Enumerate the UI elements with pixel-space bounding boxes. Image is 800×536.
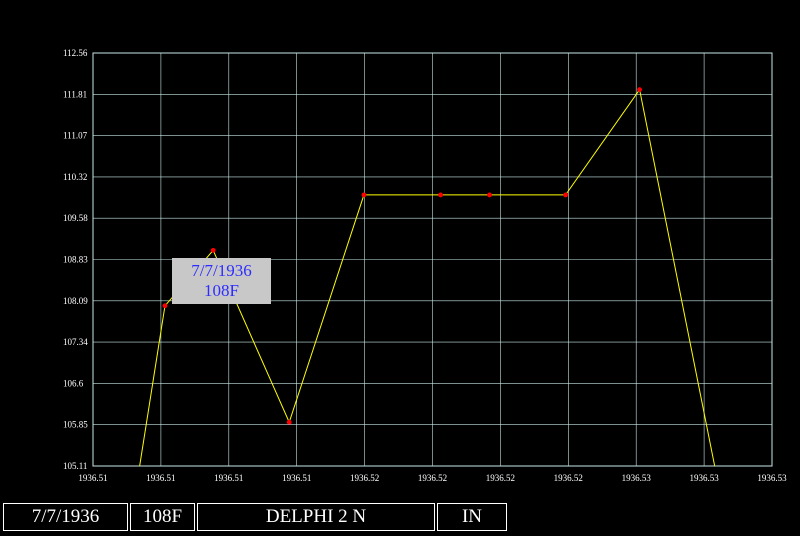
status-temperature: 108F bbox=[130, 503, 195, 531]
status-state: IN bbox=[437, 503, 507, 531]
x-axis-ticks: 1936.51 1936.51 1936.51 1936.51 1936.52 1936.… bbox=[78, 473, 787, 483]
data-point[interactable] bbox=[361, 192, 367, 198]
x-tick-label: 1936.52 bbox=[350, 473, 379, 483]
data-tooltip: 7/7/1936 108F bbox=[172, 258, 271, 304]
x-tick-label: 1936.52 bbox=[418, 473, 447, 483]
data-point[interactable] bbox=[286, 419, 292, 425]
x-tick-label: 1936.53 bbox=[757, 473, 787, 483]
y-tick-label: 111.81 bbox=[63, 89, 87, 99]
y-tick-label: 112.56 bbox=[63, 48, 88, 58]
x-tick-label: 1936.51 bbox=[214, 473, 243, 483]
x-tick-label: 1936.51 bbox=[146, 473, 175, 483]
data-point[interactable] bbox=[438, 192, 444, 198]
data-point[interactable] bbox=[162, 303, 168, 309]
data-point[interactable] bbox=[210, 247, 216, 253]
y-axis-ticks: 112.56 111.81 111.07 110.32 109.58 108.83 108.… bbox=[63, 48, 88, 471]
data-point[interactable] bbox=[487, 192, 492, 198]
x-tick-label: 1936.51 bbox=[282, 473, 311, 483]
data-point[interactable] bbox=[563, 192, 568, 198]
data-points bbox=[162, 87, 642, 425]
x-tick-label: 1936.53 bbox=[689, 473, 719, 483]
y-tick-label: 111.07 bbox=[63, 131, 88, 141]
tooltip-value: 108F bbox=[204, 281, 239, 300]
y-tick-label: 108.83 bbox=[63, 255, 88, 265]
status-date: 7/7/1936 bbox=[3, 503, 128, 531]
x-tick-label: 1936.51 bbox=[78, 473, 107, 483]
temperature-line-chart: 112.56 111.81 111.07 110.32 109.58 108.83 108.… bbox=[63, 48, 787, 483]
y-tick-label: 105.11 bbox=[63, 461, 87, 471]
x-tick-label: 1936.52 bbox=[486, 473, 515, 483]
y-tick-label: 107.34 bbox=[63, 337, 88, 347]
data-point[interactable] bbox=[637, 87, 642, 92]
y-tick-label: 108.09 bbox=[63, 296, 88, 306]
y-tick-label: 110.32 bbox=[63, 172, 87, 182]
y-tick-label: 109.58 bbox=[63, 213, 88, 223]
tooltip-date: 7/7/1936 bbox=[191, 261, 252, 280]
x-tick-label: 1936.53 bbox=[622, 473, 652, 483]
y-tick-label: 106.6 bbox=[63, 378, 84, 388]
status-station: DELPHI 2 N bbox=[197, 503, 435, 531]
x-tick-label: 1936.52 bbox=[554, 473, 583, 483]
y-tick-label: 105.85 bbox=[63, 420, 88, 430]
